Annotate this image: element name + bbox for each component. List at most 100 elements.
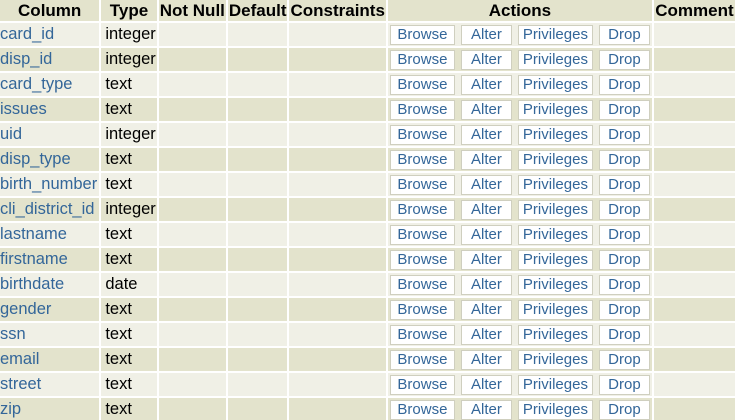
privileges-button[interactable]: Privileges	[517, 99, 593, 120]
privileges-button[interactable]: Privileges	[517, 174, 593, 195]
privileges-button[interactable]: Privileges	[517, 199, 593, 220]
table-row: gender text Browse Alter Privileges Drop	[0, 298, 735, 321]
column-name-link[interactable]: disp_id	[0, 50, 52, 68]
drop-button[interactable]: Drop	[598, 174, 650, 195]
browse-button[interactable]: Browse	[389, 249, 455, 270]
column-name-link[interactable]: street	[0, 375, 41, 393]
cell-comment	[653, 98, 735, 121]
privileges-button[interactable]: Privileges	[517, 399, 593, 420]
alter-button[interactable]: Alter	[460, 199, 512, 220]
column-name-link[interactable]: disp_type	[0, 150, 71, 168]
column-name-link[interactable]: birth_number	[0, 175, 97, 193]
header-not-null: Not Null	[158, 0, 226, 21]
cell-actions: Browse Alter Privileges Drop	[387, 273, 652, 296]
cell-column-name: cli_district_id	[0, 198, 100, 221]
drop-button[interactable]: Drop	[598, 374, 650, 395]
drop-button[interactable]: Drop	[598, 74, 650, 95]
drop-button[interactable]: Drop	[598, 324, 650, 345]
privileges-button[interactable]: Privileges	[517, 324, 593, 345]
cell-comment	[653, 23, 735, 46]
privileges-button[interactable]: Privileges	[517, 274, 593, 295]
header-row: Column Type Not Null Default Constraints…	[0, 0, 735, 21]
browse-button[interactable]: Browse	[389, 399, 455, 420]
alter-button[interactable]: Alter	[460, 299, 512, 320]
drop-button[interactable]: Drop	[598, 299, 650, 320]
privileges-button[interactable]: Privileges	[517, 124, 593, 145]
alter-button[interactable]: Alter	[460, 399, 512, 420]
cell-column-name: disp_type	[0, 148, 100, 171]
alter-button[interactable]: Alter	[460, 224, 512, 245]
privileges-button[interactable]: Privileges	[517, 224, 593, 245]
drop-button[interactable]: Drop	[598, 149, 650, 170]
cell-not-null	[158, 173, 226, 196]
privileges-button[interactable]: Privileges	[517, 249, 593, 270]
browse-button[interactable]: Browse	[389, 374, 455, 395]
browse-button[interactable]: Browse	[389, 324, 455, 345]
drop-button[interactable]: Drop	[598, 349, 650, 370]
column-name-link[interactable]: ssn	[0, 325, 26, 343]
alter-button[interactable]: Alter	[460, 324, 512, 345]
alter-button[interactable]: Alter	[460, 349, 512, 370]
column-name-link[interactable]: lastname	[0, 225, 67, 243]
privileges-button[interactable]: Privileges	[517, 74, 593, 95]
alter-button[interactable]: Alter	[460, 124, 512, 145]
privileges-button[interactable]: Privileges	[517, 49, 593, 70]
column-name-link[interactable]: card_type	[0, 75, 72, 93]
cell-comment	[653, 73, 735, 96]
privileges-button[interactable]: Privileges	[517, 149, 593, 170]
column-name-link[interactable]: zip	[0, 400, 21, 418]
alter-button[interactable]: Alter	[460, 24, 512, 45]
alter-button[interactable]: Alter	[460, 74, 512, 95]
alter-button[interactable]: Alter	[460, 99, 512, 120]
alter-button[interactable]: Alter	[460, 49, 512, 70]
browse-button[interactable]: Browse	[389, 149, 455, 170]
browse-button[interactable]: Browse	[389, 99, 455, 120]
column-name-link[interactable]: uid	[0, 125, 22, 143]
browse-button[interactable]: Browse	[389, 349, 455, 370]
table-row: birth_number text Browse Alter Privilege…	[0, 173, 735, 196]
cell-type: text	[101, 98, 157, 121]
browse-button[interactable]: Browse	[389, 299, 455, 320]
alter-button[interactable]: Alter	[460, 149, 512, 170]
column-name-link[interactable]: birthdate	[0, 275, 64, 293]
column-name-link[interactable]: cli_district_id	[0, 200, 94, 218]
browse-button[interactable]: Browse	[389, 24, 455, 45]
column-name-link[interactable]: gender	[0, 300, 51, 318]
cell-type: text	[101, 323, 157, 346]
cell-column-name: birthdate	[0, 273, 100, 296]
browse-button[interactable]: Browse	[389, 124, 455, 145]
cell-comment	[653, 248, 735, 271]
drop-button[interactable]: Drop	[598, 274, 650, 295]
browse-button[interactable]: Browse	[389, 224, 455, 245]
alter-button[interactable]: Alter	[460, 174, 512, 195]
privileges-button[interactable]: Privileges	[517, 349, 593, 370]
drop-button[interactable]: Drop	[598, 49, 650, 70]
column-name-link[interactable]: email	[0, 350, 39, 368]
alter-button[interactable]: Alter	[460, 374, 512, 395]
browse-button[interactable]: Browse	[389, 274, 455, 295]
alter-button[interactable]: Alter	[460, 274, 512, 295]
drop-button[interactable]: Drop	[598, 249, 650, 270]
column-name-link[interactable]: firstname	[0, 250, 68, 268]
drop-button[interactable]: Drop	[598, 399, 650, 420]
drop-button[interactable]: Drop	[598, 199, 650, 220]
drop-button[interactable]: Drop	[598, 224, 650, 245]
cell-comment	[653, 148, 735, 171]
browse-button[interactable]: Browse	[389, 199, 455, 220]
cell-actions: Browse Alter Privileges Drop	[387, 173, 652, 196]
privileges-button[interactable]: Privileges	[517, 299, 593, 320]
column-name-link[interactable]: issues	[0, 100, 47, 118]
drop-button[interactable]: Drop	[598, 99, 650, 120]
privileges-button[interactable]: Privileges	[517, 374, 593, 395]
cell-constraints	[289, 248, 386, 271]
drop-button[interactable]: Drop	[598, 24, 650, 45]
privileges-button[interactable]: Privileges	[517, 24, 593, 45]
browse-button[interactable]: Browse	[389, 74, 455, 95]
column-name-link[interactable]: card_id	[0, 25, 54, 43]
alter-button[interactable]: Alter	[460, 249, 512, 270]
drop-button[interactable]: Drop	[598, 124, 650, 145]
cell-actions: Browse Alter Privileges Drop	[387, 373, 652, 396]
cell-not-null	[158, 73, 226, 96]
browse-button[interactable]: Browse	[389, 174, 455, 195]
browse-button[interactable]: Browse	[389, 49, 455, 70]
